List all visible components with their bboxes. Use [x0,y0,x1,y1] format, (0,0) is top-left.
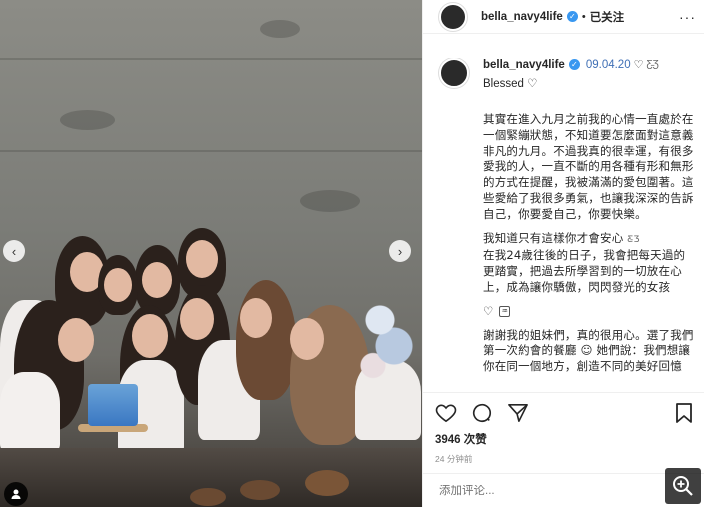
caption-username[interactable]: bella_navy4life [483,59,565,71]
bowl [240,480,280,500]
comment-icon[interactable] [471,402,493,424]
wall-stain [260,20,300,38]
person-face [132,314,168,358]
instagram-post-view: ‹ › bella_navy4life ✓ • 已关注 ··· bella_na… [0,0,704,507]
butterfly-emoji-icon: Ƹ̵Ʒ [627,234,640,245]
bowl [305,470,349,496]
person-icon [11,489,21,499]
person-face [104,268,132,302]
more-horizontal-icon[interactable]: ··· [679,9,696,25]
next-photo-button[interactable]: › [389,240,411,262]
caption-header: bella_navy4life ✓ 09.04.20 ♡ Ƹ̵Ʒ Blessed… [423,58,704,90]
caption-body: 其實在進入九月之前我的心情一直處於在一個緊繃狀態，不知道要怎麼面對這意義非凡的九… [423,90,704,375]
caption-emoji-line: ♡ ♒ [483,304,695,320]
heart-emoji-icon: ♡ [633,59,644,71]
like-heart-icon[interactable] [435,403,457,423]
chevron-left-icon: ‹ [11,243,17,259]
caption-area: bella_navy4life ✓ 09.04.20 ♡ Ƹ̵Ʒ Blessed… [423,58,704,388]
bowl [190,488,226,506]
tagged-users-button[interactable] [4,482,28,506]
caption-paragraph: 我知道只有這樣你才會安心 [483,230,624,245]
flower-arrangement [352,268,422,398]
caption-paragraph-line: 謝謝我的姐妹們，真的很用心。選了我們第一次約會的餐廳 ☺ 她們說：我們想讓你在同… [483,328,695,375]
like-count[interactable]: 3946 次赞 [435,431,693,447]
butterfly-emoji-icon: Ƹ̵Ʒ [646,59,659,70]
person-face [240,298,272,338]
verified-badge-icon: ✓ [568,59,580,70]
zoom-in-icon [673,476,693,496]
comment-input[interactable] [439,484,639,497]
person-face [142,262,172,298]
birthday-cake [88,384,138,426]
action-bar [435,399,693,427]
caption-paragraph-line: 我知道只有這樣你才會安心 Ƹ̵Ʒ [483,231,695,249]
zoom-button[interactable] [665,468,701,504]
person-face [58,318,94,362]
caption-date: 09.04.20 [585,58,631,71]
follow-status-button[interactable]: 已关注 [590,9,625,25]
post-side-panel: bella_navy4life ✓ • 已关注 ··· bella_navy4l… [422,0,704,507]
heart-emoji-icon: ♡ [523,78,538,90]
share-icon[interactable] [507,403,529,423]
wall-seam [0,58,422,60]
post-photo[interactable]: ‹ › [0,0,422,507]
caption-user-line: bella_navy4life ✓ 09.04.20 ♡ Ƹ̵Ʒ [483,58,659,72]
caption-paragraph: 在我24歲往後的日子，我會把每天過的更踏實，把過去所學習到的一切放在心上，成為讓… [483,248,686,294]
comment-bar [423,473,704,507]
caption-paragraph: 其實在進入九月之前我的心情一直處於在一個緊繃狀態，不知道要怎麼面對這意義非凡的九… [483,112,694,221]
separator: • [581,10,586,23]
person-face [186,240,218,278]
person-face [290,318,324,360]
heart-emoji-icon: ♡ [483,303,494,318]
avatar[interactable] [439,2,467,31]
post-timestamp[interactable]: 24 分钟前 [435,453,693,465]
verified-badge-icon: ✓ [566,11,578,22]
person-hair [236,280,296,400]
caption-meta: bella_navy4life ✓ 09.04.20 ♡ Ƹ̵Ʒ Blessed… [483,58,659,91]
person-face [180,298,214,340]
post-header: bella_navy4life ✓ • 已关注 ··· [423,0,704,34]
caption-avatar[interactable] [439,58,469,88]
wall-stain [300,190,360,212]
ticket-emoji-icon: ♒ [499,305,511,317]
bookmark-icon[interactable] [675,402,693,424]
wall-stain [60,110,115,130]
header-username[interactable]: bella_navy4life [481,11,563,23]
previous-photo-button[interactable]: ‹ [3,240,25,262]
chevron-right-icon: › [397,243,403,259]
person-dress [0,372,60,452]
smile-emoji-icon: ☺ [576,343,597,358]
caption-first-line: Blessed ♡ [483,76,659,90]
wall-seam [0,150,422,152]
caption-first-text: Blessed [483,78,524,90]
